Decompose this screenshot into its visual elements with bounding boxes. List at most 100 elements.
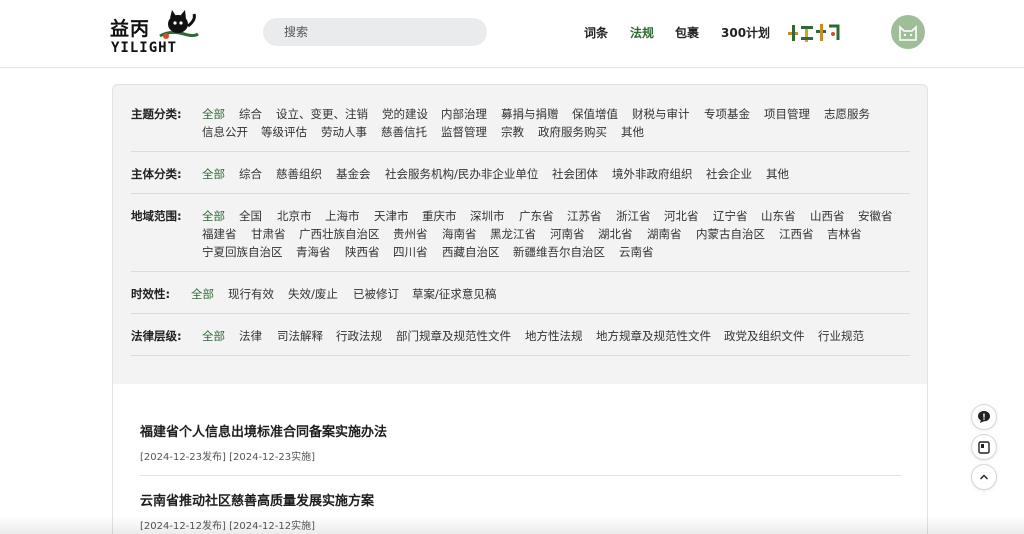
region-option[interactable]: 新疆维吾尔自治区 xyxy=(513,244,605,260)
topic-option[interactable]: 综合 xyxy=(239,106,262,122)
user-avatar[interactable] xyxy=(891,15,925,49)
partner-brand-logo[interactable] xyxy=(786,20,842,44)
validity-filter-row: 时效性: 全部 现行有效 失效/废止 已被修订 草案/征求意见稿 xyxy=(131,286,911,304)
subject-option[interactable]: 基金会 xyxy=(336,166,371,182)
topic-option[interactable]: 慈善信托 xyxy=(381,124,427,140)
region-option[interactable]: 吉林省 xyxy=(827,226,862,242)
subject-option[interactable]: 慈善组织 xyxy=(276,166,322,182)
result-title[interactable]: 福建省个人信息出境标准合同备案实施办法 xyxy=(140,421,387,440)
level-option[interactable]: 政党及组织文件 xyxy=(724,328,805,344)
region-option[interactable]: 河南省 xyxy=(550,226,585,242)
region-option[interactable]: 黑龙江省 xyxy=(490,226,536,242)
subject-option[interactable]: 全部 xyxy=(202,166,225,182)
region-option[interactable]: 湖北省 xyxy=(598,226,633,242)
nav-item-regulations[interactable]: 法规 xyxy=(630,0,654,64)
subject-option[interactable]: 社会企业 xyxy=(706,166,752,182)
topic-option[interactable]: 财税与审计 xyxy=(632,106,690,122)
region-option[interactable]: 青海省 xyxy=(296,244,331,260)
result-divider xyxy=(140,475,902,476)
region-option[interactable]: 天津市 xyxy=(374,208,409,224)
topic-option[interactable]: 等级评估 xyxy=(261,124,307,140)
region-option[interactable]: 安徽省 xyxy=(858,208,893,224)
level-option[interactable]: 行业规范 xyxy=(818,328,864,344)
topic-option[interactable]: 项目管理 xyxy=(764,106,810,122)
region-option[interactable]: 宁夏回族自治区 xyxy=(202,244,283,260)
validity-filter-label: 时效性: xyxy=(131,287,171,301)
region-option[interactable]: 甘肃省 xyxy=(251,226,286,242)
validity-option[interactable]: 草案/征求意见稿 xyxy=(412,286,496,302)
cat-avatar-icon xyxy=(899,25,917,41)
notebook-button[interactable] xyxy=(971,434,997,460)
chat-bubble-icon xyxy=(978,411,990,423)
topic-option[interactable]: 信息公开 xyxy=(202,124,248,140)
subject-option[interactable]: 综合 xyxy=(239,166,262,182)
back-to-top-button[interactable] xyxy=(971,464,997,490)
validity-option[interactable]: 失效/废止 xyxy=(288,286,338,302)
nav-link-regulations[interactable]: 法规 xyxy=(630,24,654,41)
filter-panel: 主题分类: 全部 综合 设立、变更、注销 党的建设 内部治理 募捐与捐赠 保值增… xyxy=(112,84,928,384)
region-option[interactable]: 全部 xyxy=(202,208,225,224)
topic-option[interactable]: 设立、变更、注销 xyxy=(276,106,368,122)
nav-item-packages[interactable]: 包裹 xyxy=(675,0,699,64)
region-option[interactable]: 江苏省 xyxy=(567,208,602,224)
level-option[interactable]: 行政法规 xyxy=(336,328,382,344)
region-option[interactable]: 浙江省 xyxy=(616,208,651,224)
region-option[interactable]: 内蒙古自治区 xyxy=(696,226,765,242)
topic-option[interactable]: 保值增值 xyxy=(572,106,618,122)
level-option[interactable]: 全部 xyxy=(202,328,225,344)
region-option[interactable]: 四川省 xyxy=(393,244,428,260)
topic-option[interactable]: 募捐与捐赠 xyxy=(501,106,559,122)
subject-option[interactable]: 其他 xyxy=(766,166,789,182)
topic-option[interactable]: 宗教 xyxy=(501,124,524,140)
nav-link-300-plan[interactable]: 300计划 xyxy=(721,24,770,41)
nav-link-entries[interactable]: 词条 xyxy=(584,24,608,41)
topic-option[interactable]: 志愿服务 xyxy=(824,106,870,122)
search-input[interactable] xyxy=(263,18,487,46)
level-option[interactable]: 地方规章及规范性文件 xyxy=(596,328,711,344)
topic-option[interactable]: 党的建设 xyxy=(382,106,428,122)
region-option[interactable]: 河北省 xyxy=(664,208,699,224)
region-option[interactable]: 陕西省 xyxy=(345,244,380,260)
region-option[interactable]: 西藏自治区 xyxy=(442,244,500,260)
topic-option[interactable]: 其他 xyxy=(621,124,644,140)
region-option[interactable]: 山东省 xyxy=(761,208,796,224)
nav-link-packages[interactable]: 包裹 xyxy=(675,24,699,41)
validity-option[interactable]: 现行有效 xyxy=(228,286,274,302)
subject-option[interactable]: 社会服务机构/民办非企业单位 xyxy=(385,166,538,182)
topic-option[interactable]: 专项基金 xyxy=(704,106,750,122)
result-dates: [2024-12-23发布] [2024-12-23实施] xyxy=(140,452,316,463)
region-option[interactable]: 贵州省 xyxy=(393,226,428,242)
level-option[interactable]: 部门规章及规范性文件 xyxy=(396,328,511,344)
nav-item-entries[interactable]: 词条 xyxy=(584,0,608,64)
subject-option[interactable]: 社会团体 xyxy=(552,166,598,182)
subject-option[interactable]: 境外非政府组织 xyxy=(612,166,693,182)
topic-option[interactable]: 政府服务购买 xyxy=(538,124,607,140)
topic-option[interactable]: 劳动人事 xyxy=(321,124,367,140)
topic-option[interactable]: 内部治理 xyxy=(441,106,487,122)
region-option[interactable]: 广东省 xyxy=(519,208,554,224)
region-option[interactable]: 深圳市 xyxy=(470,208,505,224)
validity-option[interactable]: 全部 xyxy=(191,286,214,302)
region-option[interactable]: 山西省 xyxy=(810,208,845,224)
region-option[interactable]: 广西壮族自治区 xyxy=(299,226,380,242)
region-option[interactable]: 福建省 xyxy=(202,226,237,242)
topic-option[interactable]: 全部 xyxy=(202,106,225,122)
chat-button[interactable] xyxy=(971,404,997,430)
result-title[interactable]: 云南省推动社区慈善高质量发展实施方案 xyxy=(140,490,374,509)
level-option[interactable]: 法律 xyxy=(239,328,262,344)
level-option[interactable]: 地方性法规 xyxy=(525,328,583,344)
validity-option[interactable]: 已被修订 xyxy=(353,286,399,302)
region-option[interactable]: 海南省 xyxy=(442,226,477,242)
region-option[interactable]: 全国 xyxy=(239,208,262,224)
topic-option[interactable]: 监督管理 xyxy=(441,124,487,140)
region-option[interactable]: 江西省 xyxy=(779,226,814,242)
region-option[interactable]: 湖南省 xyxy=(647,226,682,242)
nav-item-300-plan[interactable]: 300计划 xyxy=(721,0,770,64)
level-option[interactable]: 司法解释 xyxy=(277,328,323,344)
region-option[interactable]: 北京市 xyxy=(277,208,312,224)
region-option[interactable]: 上海市 xyxy=(325,208,360,224)
region-option[interactable]: 辽宁省 xyxy=(713,208,748,224)
region-option[interactable]: 云南省 xyxy=(619,244,654,260)
region-option[interactable]: 重庆市 xyxy=(422,208,457,224)
site-logo[interactable]: 益丙 YILIGHT xyxy=(110,8,200,58)
